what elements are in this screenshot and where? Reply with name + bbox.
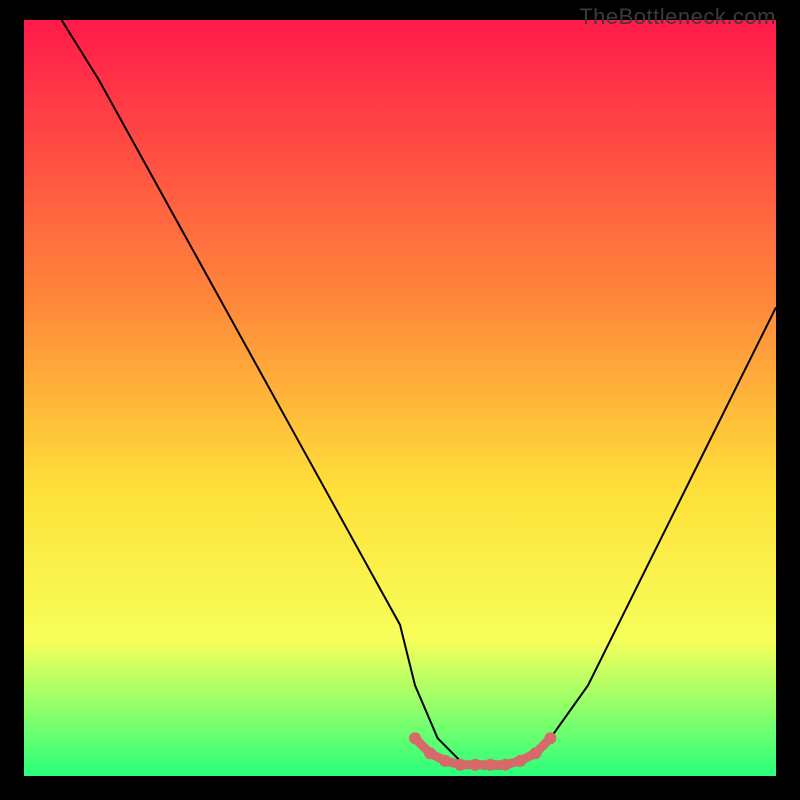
sweet-dot (514, 755, 526, 767)
chart-svg (24, 20, 776, 776)
sweet-dot (499, 759, 511, 771)
sweet-dot (469, 759, 481, 771)
chart-frame: TheBottleneck.com (0, 0, 800, 800)
sweet-dot (409, 732, 421, 744)
chart-plot-area (24, 20, 776, 776)
sweet-dot (529, 747, 541, 759)
sweet-dot (424, 747, 436, 759)
sweet-dot (439, 755, 451, 767)
sweet-dot (484, 759, 496, 771)
gradient-bg (24, 20, 776, 776)
sweet-dot (544, 732, 556, 744)
watermark-text: TheBottleneck.com (579, 4, 776, 30)
sweet-dot (454, 759, 466, 771)
